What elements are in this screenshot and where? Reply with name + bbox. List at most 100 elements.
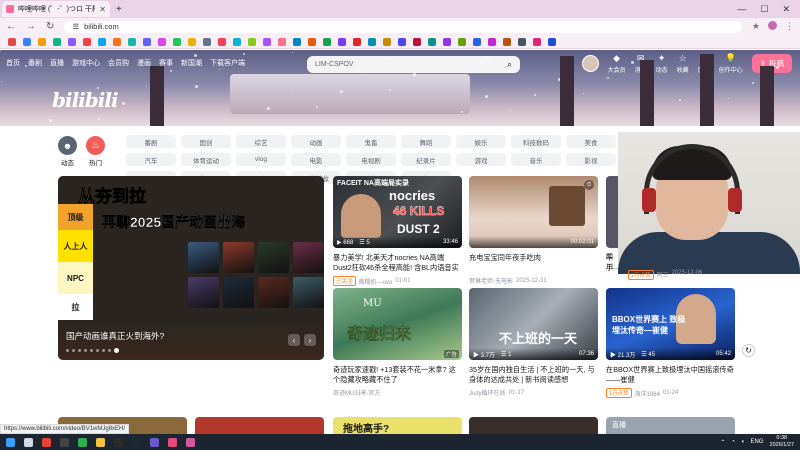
terminal-icon[interactable] [114,437,123,447]
bookmark-icon[interactable] [533,37,541,46]
poster-thumbnail[interactable] [258,242,289,273]
bookmark-icon[interactable] [98,37,106,46]
channel-pill[interactable]: 电视剧 [346,153,396,166]
nav-item[interactable]: 首页 [6,58,20,68]
bookmark-icon[interactable] [473,37,481,46]
nav-item[interactable]: 直播 [50,58,64,68]
bookmark-icon[interactable] [308,37,316,46]
carousel-dot[interactable] [114,348,119,353]
poster-thumbnail[interactable] [223,277,254,308]
video-title[interactable]: 35岁在国内独自生活 | 不上班的一天, 与身体的达成共处 | 新书阅读感想 [469,365,598,385]
carousel-dot[interactable] [66,349,69,352]
new-tab-icon[interactable]: + [116,4,122,15]
bookmark-icon[interactable] [413,37,421,46]
channel-pill[interactable]: 科技数码 [511,135,561,148]
wifi-icon[interactable]: ◔ [731,439,735,445]
channel-pill[interactable]: 娱乐 [456,135,506,148]
video-card-ad[interactable]: MU 奇迹归来 广告 奇迹玩家速戳! +13套装不花一米拿? 这个隐藏攻略藏不住… [333,288,462,397]
steam-icon[interactable] [132,437,141,447]
bookmark-icon[interactable] [458,37,466,46]
channel-pill[interactable]: 游戏 [456,153,506,166]
video-card-peek[interactable]: 拖地高手? [333,417,462,435]
next-arrow-icon[interactable]: › [304,334,316,346]
carousel-dot[interactable] [72,349,75,352]
bookmark-icon[interactable] [518,37,526,46]
poster-thumbnail[interactable] [258,277,289,308]
author-name[interactable]: 奇迹MU归来-官方 [333,388,380,397]
bookmark-icon[interactable] [428,37,436,46]
menu-icon[interactable]: ⋮ [785,21,794,32]
bookmark-icon[interactable] [488,37,496,46]
wechat-icon[interactable] [78,437,87,447]
channel-pill[interactable]: 综艺 [236,135,286,148]
bookmark-icon[interactable] [233,37,241,46]
close-window-icon[interactable]: ✕ [782,4,790,15]
video-thumbnail[interactable]: FACEIT NA高端局实录 nocries 46 KILLS DUST 2 ▶… [333,176,462,248]
video-thumbnail[interactable]: 不上班的一天 ▶ 3.7万 ☰ 1 07:36 [469,288,598,360]
bookmark-icon[interactable] [278,37,286,46]
folder-icon[interactable] [96,437,105,447]
carousel-dot[interactable] [102,349,105,352]
channel-hot[interactable]: ♨ 热门 [86,136,105,167]
windows-start-icon[interactable] [6,437,15,447]
close-tab-icon[interactable]: ✕ [99,5,106,14]
tray-arrow-icon[interactable]: ⌃ [720,439,725,446]
bookmark-icon[interactable] [248,37,256,46]
poster-thumbnail[interactable] [188,242,219,273]
channel-pill[interactable]: 影视 [566,153,616,166]
live-card-peek[interactable]: 直播 [606,417,735,434]
author-name[interactable]: 薇糯奶—ovo [359,277,393,286]
site-info-icon[interactable]: ☰ [72,22,79,31]
bookmark-icon[interactable] [143,37,151,46]
channel-pill[interactable]: 鬼畜 [346,135,396,148]
bookmark-icon[interactable] [443,37,451,46]
channel-pill[interactable]: vlog [236,153,286,166]
author-name[interactable]: 海洋1984 [635,389,660,398]
poster-thumbnail[interactable] [223,242,254,273]
carousel-dot[interactable] [78,349,81,352]
video-card-peek[interactable] [195,417,324,434]
clock[interactable]: 0:38 2026/1/27 [770,435,794,449]
prev-arrow-icon[interactable]: ‹ [288,334,300,346]
reload-icon[interactable]: ↻ [46,21,54,32]
channel-pill[interactable]: 国创 [181,135,231,148]
bookmark-icon[interactable] [398,37,406,46]
video-card[interactable]: FACEIT NA高端局实录 nocries 46 KILLS DUST 2 ▶… [333,176,462,286]
watch-later-icon[interactable]: ⏱ [584,180,594,190]
nav-item[interactable]: 新国潮 [181,58,202,68]
video-card[interactable]: ⏱ 00:02:01 充电宝宝同年夜手吃肉 贺琳老师-无电影 2025-12-3… [469,176,598,285]
maximize-icon[interactable]: ☐ [760,4,768,15]
bookmark-icon[interactable] [83,37,91,46]
carousel-dot[interactable] [108,349,111,352]
chrome-icon[interactable] [42,437,51,447]
nav-item[interactable]: 漫画 [137,58,151,68]
forward-icon[interactable]: → [26,21,36,32]
video-title[interactable]: 奇迹玩家速戳! +13套装不花一米拿? 这个隐藏攻略藏不住了 [333,365,462,385]
channel-pill[interactable]: 舞蹈 [401,135,451,148]
video-title[interactable]: 在BBOX世界赛上致极埋汰中国摇滚传奇——崔健 [606,365,735,385]
search-icon[interactable]: ⌕ [507,59,512,70]
author-name[interactable]: Judy循环在线 [469,388,506,397]
app-icon[interactable] [168,437,177,447]
header-item[interactable]: ✦ 动态 [656,53,668,74]
app-icon[interactable] [150,437,159,447]
nav-item[interactable]: 番剧 [28,58,42,68]
nav-item[interactable]: 游戏中心 [72,58,100,68]
language-indicator[interactable]: ENG [751,439,764,445]
author-name[interactable]: 贺琳老师-无电影 [469,276,513,285]
header-item[interactable]: ☆ 收藏 [677,53,689,74]
bookmark-icon[interactable] [128,37,136,46]
header-item[interactable]: ◆ 大会员 [608,53,626,74]
bookmark-icon[interactable] [548,37,556,46]
bookmark-icon[interactable] [8,37,16,46]
carousel-dot[interactable] [90,349,93,352]
channel-pill[interactable]: 美食 [566,135,616,148]
video-thumbnail[interactable]: BBOX世界赛上 致极埋汰传奇—崔健 ▶ 21.3万 ☰ 45 05:42 [606,288,735,360]
bookmark-icon[interactable] [173,37,181,46]
video-thumbnail[interactable]: ⏱ 00:02:01 [469,176,598,248]
bookmark-icon[interactable] [113,37,121,46]
volume-icon[interactable]: ◖ [741,439,745,445]
bookmark-icon[interactable] [263,37,271,46]
channel-pill[interactable]: 纪录片 [401,153,451,166]
bookmark-icon[interactable] [23,37,31,46]
